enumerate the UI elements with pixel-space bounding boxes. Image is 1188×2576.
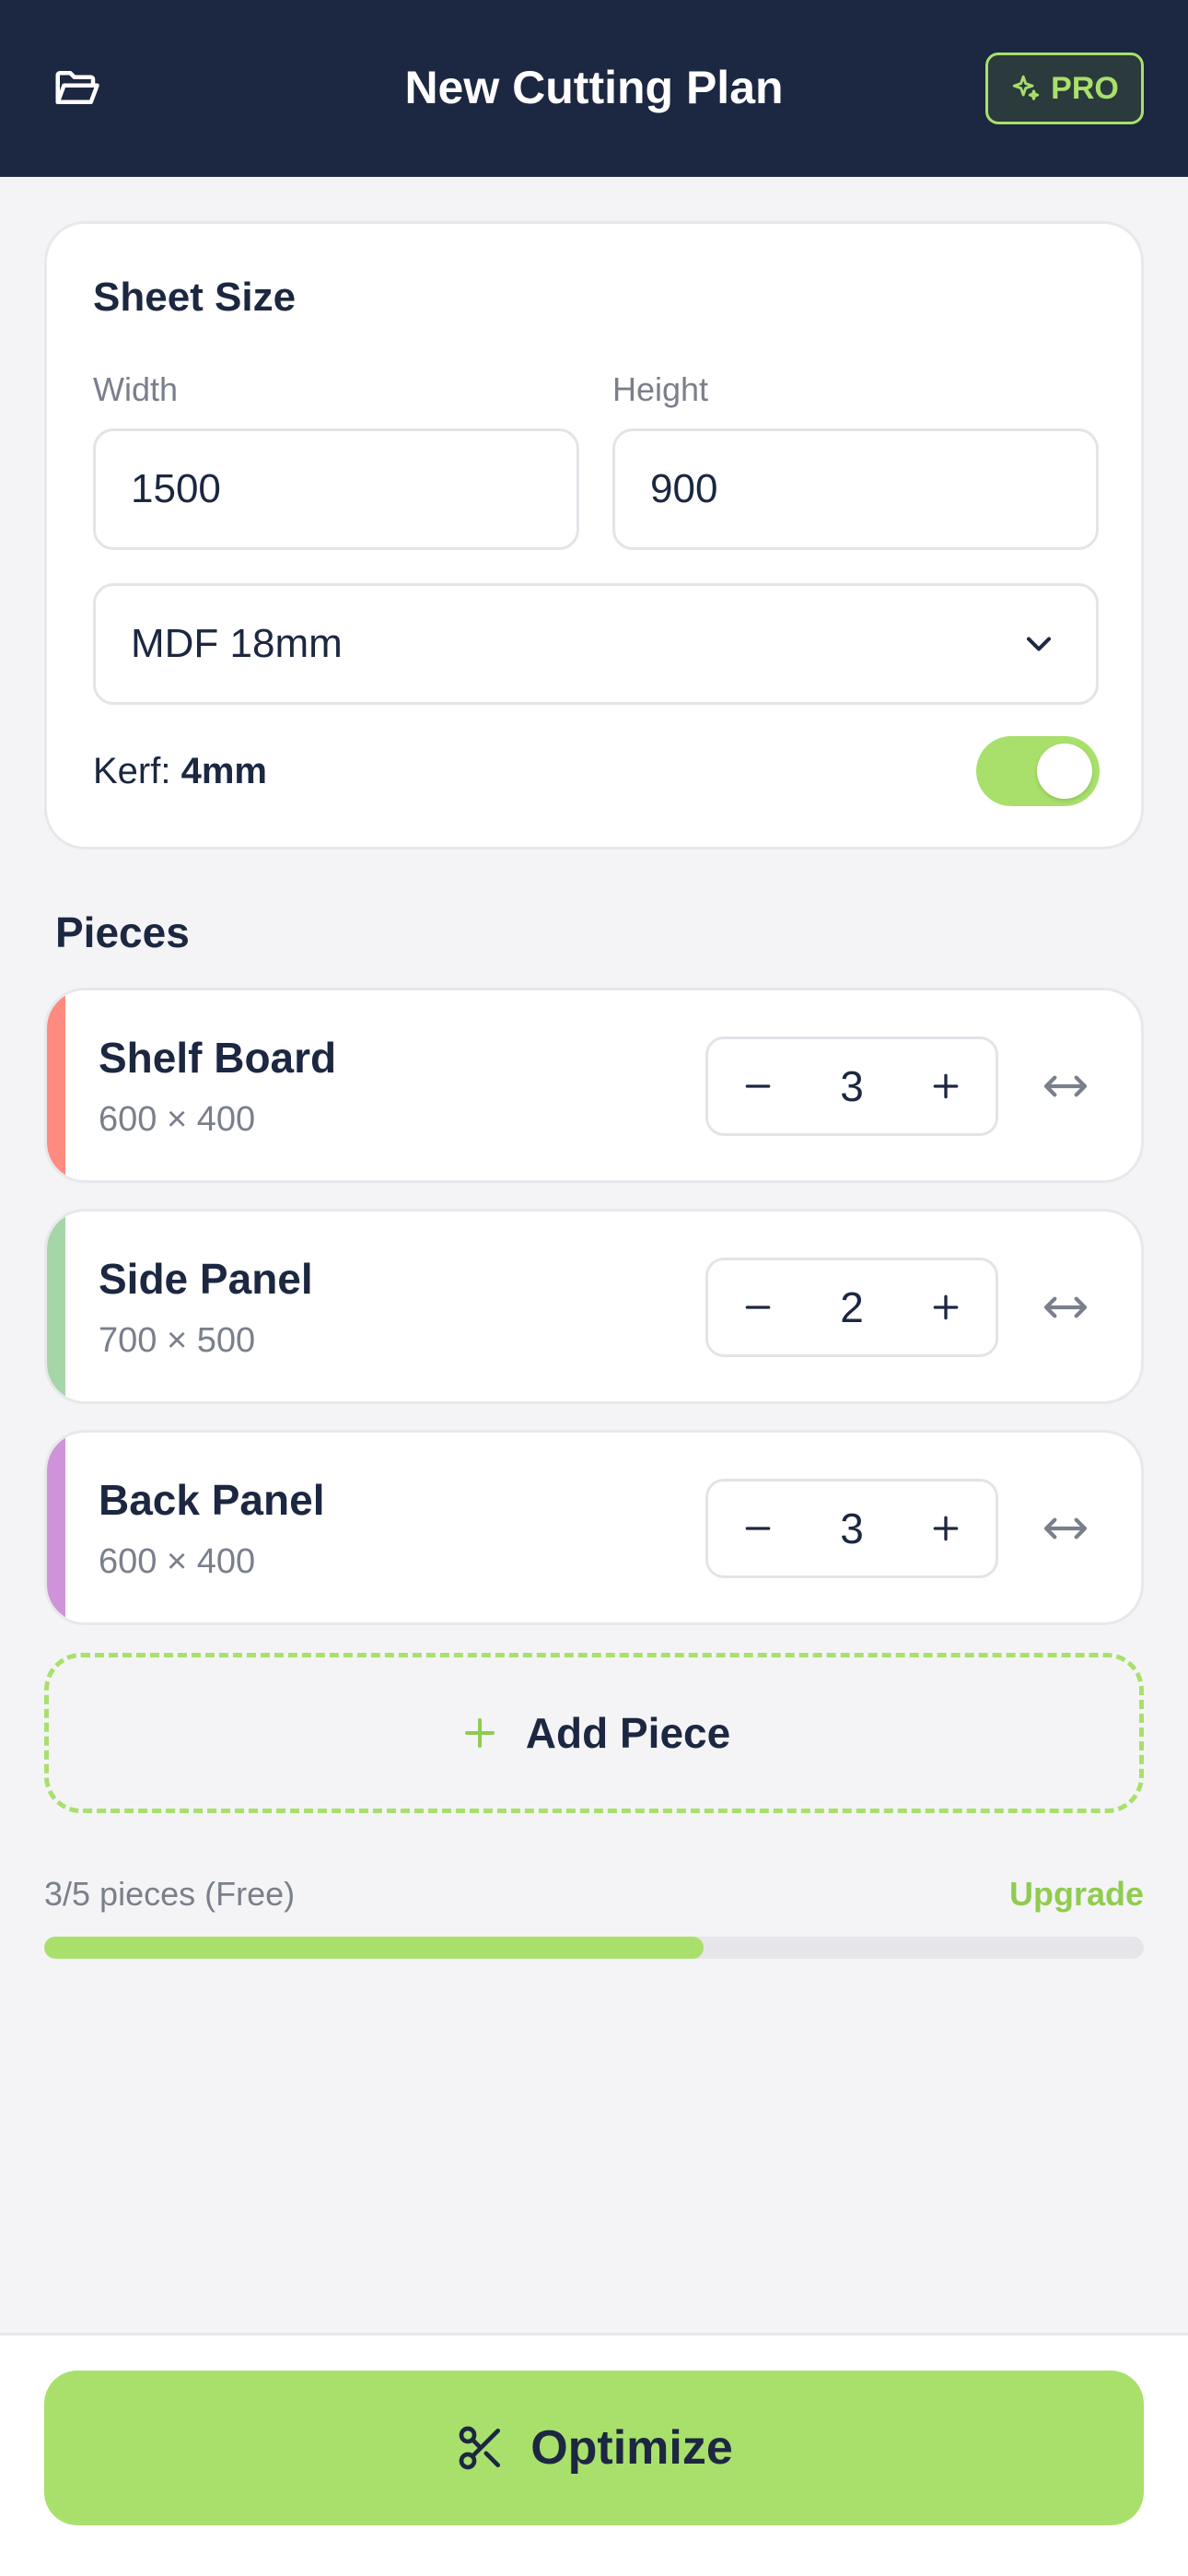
piece-name: Shelf Board: [99, 1034, 337, 1082]
piece-color-stripe: [47, 1433, 65, 1622]
width-label: Width: [93, 370, 179, 408]
piece-dimensions: 700 × 500: [99, 1321, 256, 1360]
rotate-arrows-icon[interactable]: [1040, 1282, 1091, 1333]
upgrade-link[interactable]: Upgrade: [1009, 1874, 1144, 1914]
piece-color-stripe: [47, 990, 65, 1180]
optimize-label: Optimize: [530, 2421, 733, 2475]
pro-button[interactable]: PRO: [985, 53, 1144, 124]
pieces-title: Pieces: [55, 908, 190, 956]
height-label: Height: [612, 370, 709, 408]
increment-button[interactable]: [900, 1039, 992, 1133]
quantity-stepper: 2: [705, 1258, 998, 1357]
minus-icon: [745, 1527, 771, 1530]
plus-icon: [933, 1516, 959, 1541]
decrement-button[interactable]: [712, 1039, 804, 1133]
piece-color-stripe: [47, 1212, 65, 1401]
piece-card[interactable]: Shelf Board 600 × 400 3: [44, 988, 1144, 1183]
kerf-label-text: Kerf:: [93, 751, 171, 791]
quantity-stepper: 3: [705, 1036, 998, 1136]
plus-icon: [933, 1073, 959, 1099]
material-select[interactable]: MDF 18mm: [93, 583, 1099, 705]
plus-icon: [464, 1718, 495, 1748]
kerf-value: 4mm: [181, 751, 267, 791]
height-input[interactable]: 900: [612, 428, 1099, 550]
rotate-arrows-icon[interactable]: [1040, 1060, 1091, 1112]
usage-progress-bar: [44, 1937, 1144, 1959]
sparkle-icon: [1012, 75, 1040, 100]
pro-label: PRO: [1051, 70, 1119, 106]
plus-icon: [933, 1294, 959, 1320]
add-piece-label: Add Piece: [525, 1709, 731, 1757]
rotate-arrows-icon[interactable]: [1040, 1503, 1091, 1554]
scissors-icon: [459, 2426, 501, 2470]
piece-name: Back Panel: [99, 1476, 325, 1524]
piece-card[interactable]: Back Panel 600 × 400 3: [44, 1430, 1144, 1625]
piece-dimensions: 600 × 400: [99, 1100, 256, 1139]
piece-dimensions: 600 × 400: [99, 1542, 256, 1581]
kerf-label: Kerf: 4mm: [93, 747, 267, 795]
width-input[interactable]: 1500: [93, 428, 579, 550]
minus-icon: [745, 1084, 771, 1088]
add-piece-button[interactable]: Add Piece: [44, 1653, 1144, 1813]
decrement-button[interactable]: [712, 1260, 804, 1354]
kerf-toggle[interactable]: [976, 736, 1100, 806]
usage-progress-fill: [44, 1937, 705, 1959]
chevron-down-icon: [1026, 637, 1052, 651]
sheet-size-title: Sheet Size: [93, 275, 297, 320]
piece-name: Side Panel: [99, 1255, 313, 1303]
usage-text: 3/5 pieces (Free): [44, 1875, 296, 1913]
optimize-button[interactable]: Optimize: [44, 2371, 1144, 2525]
piece-card[interactable]: Side Panel 700 × 500 2: [44, 1209, 1144, 1404]
toggle-knob: [1037, 744, 1092, 799]
minus-icon: [745, 1306, 771, 1309]
decrement-button[interactable]: [712, 1481, 804, 1575]
quantity-value: 3: [840, 1505, 864, 1552]
quantity-value: 2: [840, 1283, 864, 1331]
quantity-stepper: 3: [705, 1479, 998, 1578]
increment-button[interactable]: [900, 1481, 992, 1575]
increment-button[interactable]: [900, 1260, 992, 1354]
sheet-size-card: Sheet Size Width 1500 Height 900 MDF 18m…: [44, 221, 1144, 849]
material-value: MDF 18mm: [131, 621, 343, 666]
quantity-value: 3: [840, 1062, 864, 1110]
footer-bar: Optimize: [0, 2333, 1188, 2576]
app-header: New Cutting Plan PRO: [0, 0, 1188, 177]
